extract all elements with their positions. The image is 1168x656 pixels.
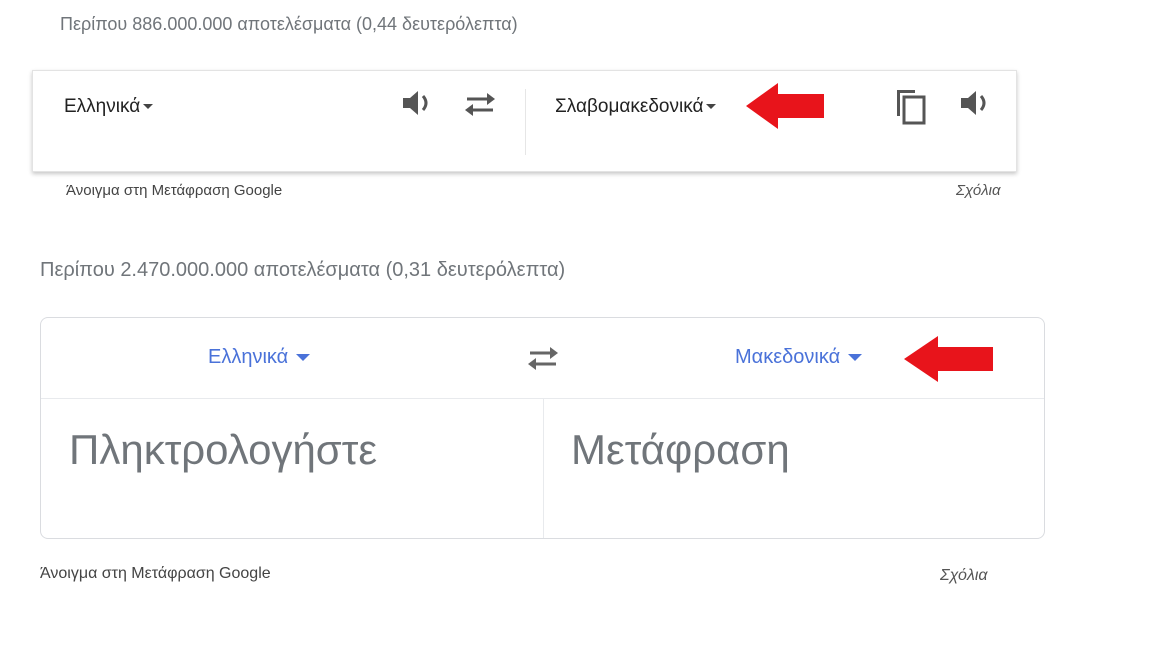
translate-widget-new: Ελληνικά Μακεδονικά Μετάφραση — [40, 317, 1045, 539]
red-arrow-annotation — [904, 336, 993, 382]
arrow-shape — [746, 83, 824, 129]
result-stats-bottom: Περίπου 2.470.000.000 αποτελέσματα (0,31… — [40, 259, 566, 281]
translate-widget-old: Ελληνικά Σλαβομακεδονικά — [32, 70, 1017, 172]
source-language-label: Ελληνικά — [64, 96, 141, 117]
caret-down-icon — [143, 104, 154, 110]
target-language-dropdown[interactable]: Σλαβομακεδονικά — [555, 96, 717, 118]
target-language-label: Μακεδονικά — [735, 346, 841, 368]
source-text-input[interactable] — [69, 426, 529, 474]
column-divider — [543, 398, 544, 538]
feedback-link[interactable]: Σχόλια — [940, 567, 988, 585]
source-language-dropdown[interactable]: Ελληνικά — [208, 346, 311, 369]
red-arrow-annotation — [746, 83, 824, 129]
target-language-label: Σλαβομακεδονικά — [555, 96, 704, 117]
source-language-label: Ελληνικά — [208, 346, 289, 368]
caret-down-icon — [848, 354, 863, 362]
target-language-dropdown[interactable]: Μακεδονικά — [735, 346, 863, 369]
copy-icon[interactable] — [893, 86, 929, 131]
open-in-google-translate-link[interactable]: Άνοιγμα στη Μετάφραση Google — [66, 182, 282, 199]
arrow-shape — [904, 336, 993, 382]
swap-icon[interactable] — [463, 91, 497, 122]
divider — [525, 89, 526, 155]
feedback-link[interactable]: Σχόλια — [956, 182, 1001, 199]
translation-output: Μετάφραση — [571, 426, 790, 473]
source-language-dropdown[interactable]: Ελληνικά — [64, 96, 154, 118]
speaker-icon[interactable] — [400, 88, 434, 123]
swap-icon[interactable] — [526, 345, 560, 376]
result-stats-top: Περίπου 886.000.000 αποτελέσματα (0,44 δ… — [60, 14, 518, 34]
caret-down-icon — [296, 354, 311, 362]
open-in-google-translate-link[interactable]: Άνοιγμα στη Μετάφραση Google — [40, 565, 271, 583]
caret-down-icon — [706, 104, 717, 110]
speaker-icon[interactable] — [958, 88, 992, 123]
